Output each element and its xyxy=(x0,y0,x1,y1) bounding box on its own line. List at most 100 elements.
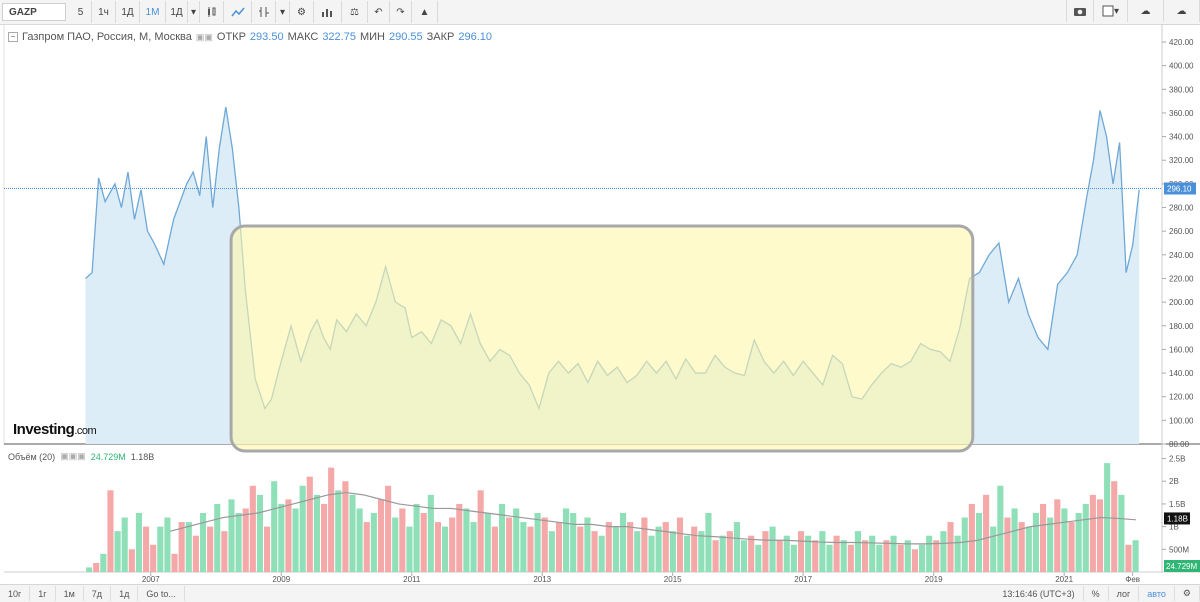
volume-bar xyxy=(869,535,876,572)
chevron-down-icon-2[interactable]: ▾ xyxy=(276,1,290,23)
interval-5[interactable]: 5 xyxy=(70,1,92,23)
volume-bar xyxy=(328,467,335,572)
volume-bar xyxy=(548,531,555,572)
range-10y[interactable]: 10г xyxy=(0,586,31,601)
volume-bar xyxy=(1004,517,1011,572)
volume-bar xyxy=(477,490,484,572)
range-1y[interactable]: 1г xyxy=(30,586,56,601)
highlight-box xyxy=(229,224,975,453)
volume-bar xyxy=(434,522,442,572)
chevron-down-icon[interactable]: ▾ xyxy=(188,1,200,23)
volume-bar xyxy=(484,513,491,572)
x-tick-label: 2011 xyxy=(403,575,421,584)
volume-bar xyxy=(612,526,619,572)
log-toggle[interactable]: лог xyxy=(1109,586,1140,601)
volume-bar xyxy=(171,553,178,572)
volume-bar xyxy=(769,526,776,572)
volume-bar xyxy=(449,517,456,572)
open-value: 293.50 xyxy=(249,31,284,43)
volume-bar xyxy=(513,508,520,572)
price-chart[interactable]: 80.00 100.00 120.00 140.00 160.00 180.00 200.0… xyxy=(0,24,1200,584)
low-label: МИН xyxy=(359,31,385,43)
volume-bar xyxy=(776,540,783,572)
range-1d[interactable]: 1д xyxy=(111,586,139,601)
volume-bar xyxy=(135,513,143,572)
gear-icon[interactable]: ⚙ xyxy=(1175,586,1200,601)
volume-bar xyxy=(926,535,933,572)
range-1m[interactable]: 1м xyxy=(56,586,84,601)
interval-1d[interactable]: 1Д xyxy=(116,1,140,23)
volume-bar xyxy=(235,513,242,572)
x-tick-label: 2013 xyxy=(533,575,551,584)
volume-bar xyxy=(363,522,370,572)
bottom-bar: 10г 1г 1м 7д 1д Go to... 13:16:46 (UTC+3… xyxy=(0,584,1200,602)
camera-icon[interactable] xyxy=(1066,0,1094,22)
x-tick-label: 2009 xyxy=(272,575,290,584)
volume-bar xyxy=(705,513,712,572)
volume-bar xyxy=(285,499,292,572)
percent-toggle[interactable]: % xyxy=(1084,586,1109,601)
y-tick-label: 240.00 xyxy=(1169,251,1194,260)
volume-bar xyxy=(733,522,741,572)
interval-dropdown[interactable]: 1Д xyxy=(166,1,188,23)
range-7d[interactable]: 7д xyxy=(84,586,112,601)
volume-bar xyxy=(157,526,164,572)
volume-bar xyxy=(940,531,947,572)
settings-icon[interactable]: ⚙ xyxy=(290,1,314,23)
volume-bar xyxy=(983,494,990,572)
vol-tick-label: 1.5B xyxy=(1169,500,1185,509)
auto-toggle[interactable]: авто xyxy=(1139,586,1175,601)
interval-1m[interactable]: 1М xyxy=(140,1,166,23)
volume-bar xyxy=(933,540,940,572)
volume-bar xyxy=(819,531,826,572)
layout-icon[interactable]: ▾ xyxy=(1094,0,1128,22)
close-label: ЗАКР xyxy=(426,31,455,43)
volume-bar xyxy=(313,494,320,572)
volume-bar xyxy=(413,503,420,572)
volume-bar xyxy=(349,494,356,572)
volume-bar xyxy=(1068,522,1075,572)
volume-bar xyxy=(755,544,762,572)
redo-icon[interactable]: ↷ xyxy=(390,1,412,23)
volume-bar xyxy=(1125,544,1132,572)
volume-ma-label: 1.18B xyxy=(1167,514,1188,523)
volume-bar xyxy=(847,544,854,572)
cloud-save-icon[interactable]: ☁ xyxy=(1164,0,1200,22)
volume-bar xyxy=(520,522,527,572)
volume-bar xyxy=(1132,540,1139,572)
candles-icon[interactable] xyxy=(200,1,224,23)
volume-bar xyxy=(563,508,570,572)
volume-bar xyxy=(762,531,769,572)
volume-bar xyxy=(456,503,463,572)
volume-bar xyxy=(584,517,591,572)
cloud-load-icon[interactable]: ☁ xyxy=(1128,0,1164,22)
volume-bar xyxy=(356,508,363,572)
collapse-icon[interactable]: − xyxy=(8,32,18,42)
interval-1h[interactable]: 1ч xyxy=(92,1,116,23)
alert-icon[interactable]: ▲ xyxy=(412,1,438,23)
volume-bar xyxy=(911,549,918,572)
volume-bar xyxy=(320,503,328,572)
legend-icons[interactable]: ▣▣ xyxy=(196,32,213,43)
volume-legend-icons[interactable]: ▣▣▣ xyxy=(60,451,86,462)
line-chart-icon[interactable] xyxy=(224,1,252,23)
volume-bar xyxy=(577,526,584,572)
volume-bar xyxy=(655,526,662,572)
vol-tick-label: 2.5B xyxy=(1169,455,1185,464)
studies-icon[interactable] xyxy=(314,1,342,23)
goto-button[interactable]: Go to... xyxy=(138,586,185,601)
volume-bar xyxy=(591,531,598,572)
volume-bar xyxy=(278,503,285,572)
volume-bar xyxy=(86,567,93,572)
volume-bar xyxy=(968,503,975,572)
volume-bar xyxy=(662,522,669,572)
undo-icon[interactable]: ↶ xyxy=(368,1,390,23)
volume-bar xyxy=(605,522,612,572)
compare-icon[interactable]: ⚖ xyxy=(342,1,368,23)
volume-bar xyxy=(1096,499,1104,572)
x-tick-label: 2021 xyxy=(1055,575,1073,584)
indicators-icon[interactable] xyxy=(252,1,276,23)
symbol-input[interactable]: GAZP xyxy=(2,3,66,21)
volume-bar xyxy=(918,544,926,572)
volume-bar xyxy=(876,544,883,572)
